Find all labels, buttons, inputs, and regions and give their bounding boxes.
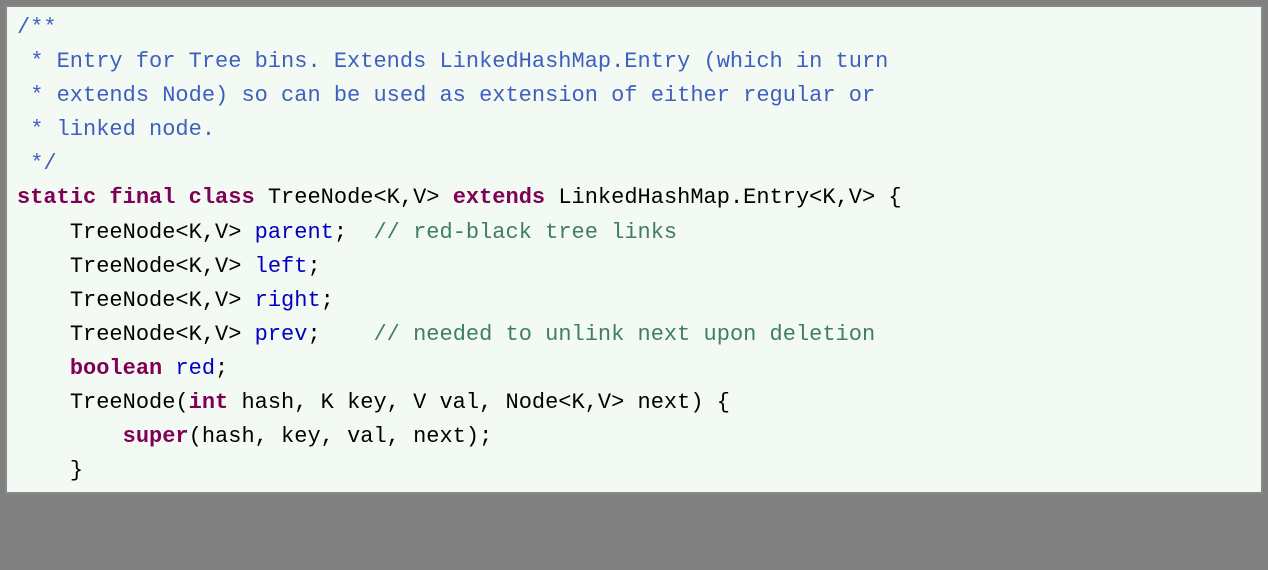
semicolon: ; — [215, 356, 228, 381]
indent — [17, 390, 70, 415]
constructor-params: hash, K key, V val, Node<K,V> next) { — [228, 390, 730, 415]
javadoc-line-2-prefix: * — [17, 49, 57, 74]
comment-red-black: // red-black tree links — [373, 220, 677, 245]
keyword-class: class — [189, 185, 255, 210]
comment-unlink: // needed to unlink next upon deletion — [373, 322, 875, 347]
semicolon: ; — [307, 322, 373, 347]
javadoc-line-4-text: linked node. — [57, 117, 215, 142]
field-parent: parent — [255, 220, 334, 245]
indent — [17, 424, 123, 449]
javadoc-line-5: */ — [17, 151, 57, 176]
indent — [17, 458, 70, 483]
code-block: /** * Entry for Tree bins. Extends Linke… — [5, 5, 1263, 494]
javadoc-line-1: /** — [17, 15, 57, 40]
semicolon: ; — [334, 220, 374, 245]
field-type-right: TreeNode<K,V> — [70, 288, 255, 313]
keyword-final: final — [109, 185, 175, 210]
indent — [17, 356, 70, 381]
keyword-static: static — [17, 185, 96, 210]
type-treenode: TreeNode<K,V> — [268, 185, 440, 210]
semicolon: ; — [321, 288, 334, 313]
field-left: left — [255, 254, 308, 279]
javadoc-line-2-text: Entry for Tree bins. Extends LinkedHashM… — [57, 49, 889, 74]
semicolon: ; — [307, 254, 320, 279]
constructor-name: TreeNode( — [70, 390, 189, 415]
javadoc-line-3-prefix: * — [17, 83, 57, 108]
field-prev: prev — [255, 322, 308, 347]
field-type-parent: TreeNode<K,V> — [70, 220, 255, 245]
super-args: (hash, key, val, next); — [189, 424, 493, 449]
closing-brace: } — [70, 458, 83, 483]
javadoc-line-3-text: extends Node) so can be used as extensio… — [57, 83, 876, 108]
field-type-prev: TreeNode<K,V> — [70, 322, 255, 347]
keyword-boolean: boolean — [70, 356, 162, 381]
field-red: red — [162, 356, 215, 381]
type-linkedhashmap-entry: LinkedHashMap.Entry<K,V> { — [558, 185, 901, 210]
indent — [17, 288, 70, 313]
keyword-extends: extends — [453, 185, 545, 210]
field-type-left: TreeNode<K,V> — [70, 254, 255, 279]
field-right: right — [255, 288, 321, 313]
indent — [17, 322, 70, 347]
javadoc-line-4-prefix: * — [17, 117, 57, 142]
keyword-super: super — [123, 424, 189, 449]
indent — [17, 220, 70, 245]
indent — [17, 254, 70, 279]
keyword-int: int — [189, 390, 229, 415]
